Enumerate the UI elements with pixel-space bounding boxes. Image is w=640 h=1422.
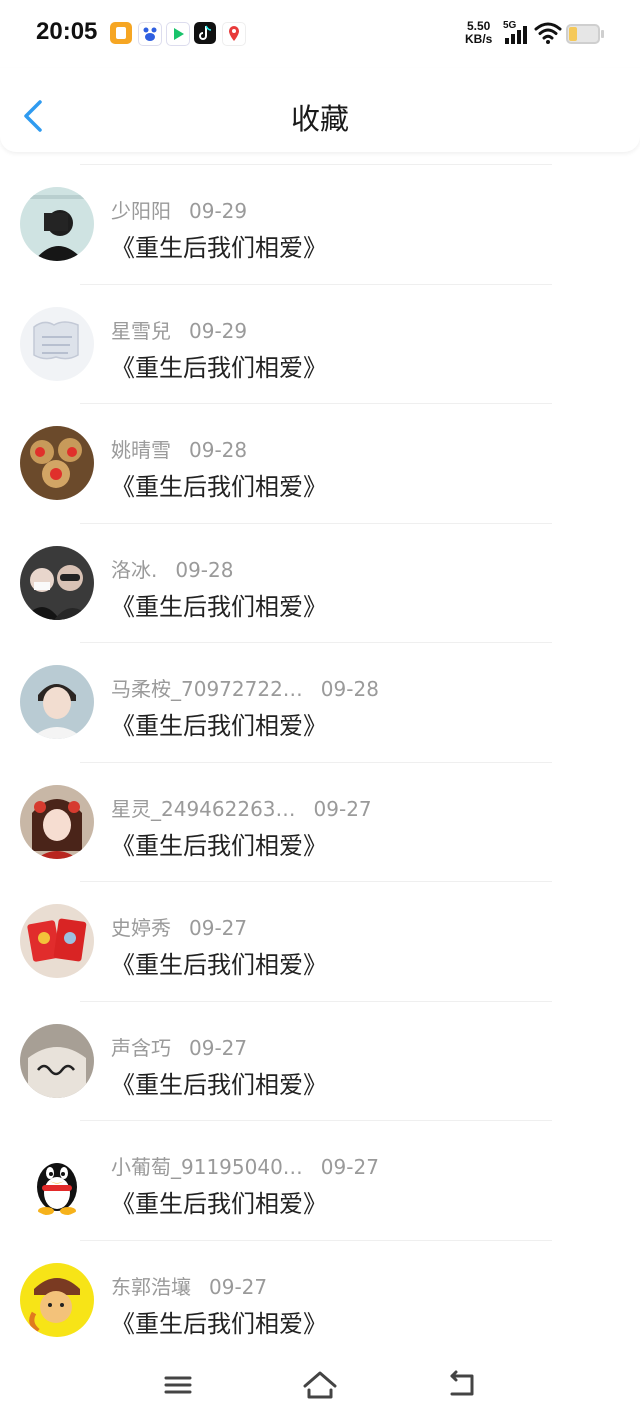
- home-icon: [303, 1371, 337, 1399]
- network-speed-unit: KB/s: [465, 32, 493, 46]
- list-item[interactable]: 小葡萄_91195040… 09-27 《重生后我们相爱》: [0, 1121, 640, 1241]
- date: 09-28: [320, 677, 379, 701]
- list-item[interactable]: 星灵_249462263… 09-27 《重生后我们相爱》: [0, 763, 640, 882]
- date: 09-27: [189, 916, 248, 940]
- date: 09-27: [313, 796, 372, 821]
- book-title[interactable]: 《重生后我们相爱》: [111, 826, 327, 861]
- date: 09-29: [189, 318, 248, 343]
- menu-icon: [164, 1376, 192, 1394]
- user-name: 星灵_249462263…: [111, 796, 296, 821]
- book-title[interactable]: 《重生后我们相爱》: [111, 348, 327, 383]
- user-name: 小葡萄_91195040…: [111, 1155, 303, 1179]
- user-name: 洛冰.: [111, 557, 158, 582]
- book-title[interactable]: 《重生后我们相爱》: [111, 228, 327, 263]
- book-title[interactable]: 《重生后我们相爱》: [111, 1184, 327, 1219]
- avatar[interactable]: [20, 904, 94, 978]
- home-button[interactable]: [300, 1368, 340, 1402]
- user-name: 东郭浩壤: [111, 1274, 191, 1299]
- avatar[interactable]: [20, 545, 94, 620]
- list-item[interactable]: 少阳阳 09-29 《重生后我们相爱》: [0, 165, 640, 285]
- book-title[interactable]: 《重生后我们相爱》: [111, 587, 327, 622]
- system-nav-bar: [0, 1350, 640, 1422]
- date: 09-28: [189, 438, 248, 462]
- avatar[interactable]: [20, 1262, 94, 1337]
- list-item[interactable]: 星雪兒 09-29 《重生后我们相爱》: [0, 285, 640, 404]
- avatar[interactable]: [20, 187, 94, 261]
- user-name: 史婷秀: [111, 916, 171, 940]
- user-name: 少阳阳: [111, 199, 171, 223]
- list-item[interactable]: 史婷秀 09-27 《重生后我们相爱》: [0, 882, 640, 1002]
- list-item-meta: 星雪兒 09-29: [111, 315, 247, 344]
- back-icon: [450, 1370, 474, 1396]
- book-title[interactable]: 《重生后我们相爱》: [111, 1065, 327, 1100]
- date: 09-29: [189, 199, 248, 223]
- network-speed: 5.50 KB/s: [465, 20, 492, 46]
- list-item-meta: 少阳阳 09-29: [111, 195, 247, 224]
- avatar[interactable]: [20, 784, 94, 859]
- book-title[interactable]: 《重生后我们相爱》: [111, 467, 327, 502]
- book-title[interactable]: 《重生后我们相爱》: [111, 945, 327, 980]
- list-item-meta: 声含巧 09-27: [111, 1032, 247, 1061]
- status-bar: 20:05 5.50 KB/s 5G: [0, 0, 640, 68]
- date: 09-27: [209, 1274, 268, 1299]
- list-item-meta: 小葡萄_91195040… 09-27: [111, 1151, 379, 1180]
- user-name: 声含巧: [111, 1035, 171, 1060]
- user-name: 马柔桉_70972722…: [111, 677, 303, 701]
- battery-level: [569, 27, 577, 41]
- user-name: 姚晴雪: [111, 438, 171, 462]
- date: 09-27: [189, 1035, 248, 1060]
- map-icon: [222, 22, 246, 46]
- list-item-meta: 史婷秀 09-27: [111, 912, 247, 941]
- book-title[interactable]: 《重生后我们相爱》: [111, 1304, 327, 1339]
- list-item[interactable]: 姚晴雪 09-28 《重生后我们相爱》: [0, 404, 640, 524]
- menu-button[interactable]: [158, 1368, 198, 1402]
- list-item-meta: 星灵_249462263… 09-27: [111, 793, 372, 822]
- wifi-icon: [534, 21, 562, 45]
- list-item[interactable]: 洛冰. 09-28 《重生后我们相爱》: [0, 524, 640, 643]
- list-item-meta: 姚晴雪 09-28: [111, 434, 247, 463]
- back-nav-button[interactable]: [442, 1368, 482, 1402]
- signal-icon: 5G: [503, 20, 531, 46]
- user-name: 星雪兒: [111, 318, 171, 343]
- avatar[interactable]: [20, 306, 94, 381]
- list-item[interactable]: 马柔桉_70972722… 09-28 《重生后我们相爱》: [0, 643, 640, 763]
- avatar[interactable]: [20, 1143, 94, 1217]
- list-item-meta: 马柔桉_70972722… 09-28: [111, 673, 379, 702]
- page-title: 收藏: [290, 102, 349, 136]
- favorites-list: 少阳阳 09-29 《重生后我们相爱》 星雪兒 09-29 《重生后我们相爱》: [0, 165, 640, 1360]
- list-item-meta: 洛冰. 09-28: [111, 554, 233, 583]
- avatar[interactable]: [20, 1023, 94, 1098]
- tiktok-icon: [194, 22, 216, 44]
- list-item-meta: 东郭浩壤 09-27: [111, 1271, 267, 1300]
- date: 09-27: [320, 1155, 379, 1179]
- avatar[interactable]: [20, 426, 94, 500]
- header: 收藏: [0, 68, 640, 152]
- battery-icon: [566, 24, 606, 44]
- video-icon: [166, 22, 190, 46]
- notes-icon: [110, 22, 132, 44]
- list-item[interactable]: 东郭浩壤 09-27 《重生后我们相爱》: [0, 1241, 640, 1361]
- baidu-icon: [138, 22, 162, 46]
- date: 09-28: [175, 557, 234, 582]
- status-time: 20:05: [36, 18, 98, 45]
- list-item[interactable]: 声含巧 09-27 《重生后我们相爱》: [0, 1002, 640, 1121]
- avatar[interactable]: [20, 665, 94, 739]
- book-title[interactable]: 《重生后我们相爱》: [111, 706, 327, 741]
